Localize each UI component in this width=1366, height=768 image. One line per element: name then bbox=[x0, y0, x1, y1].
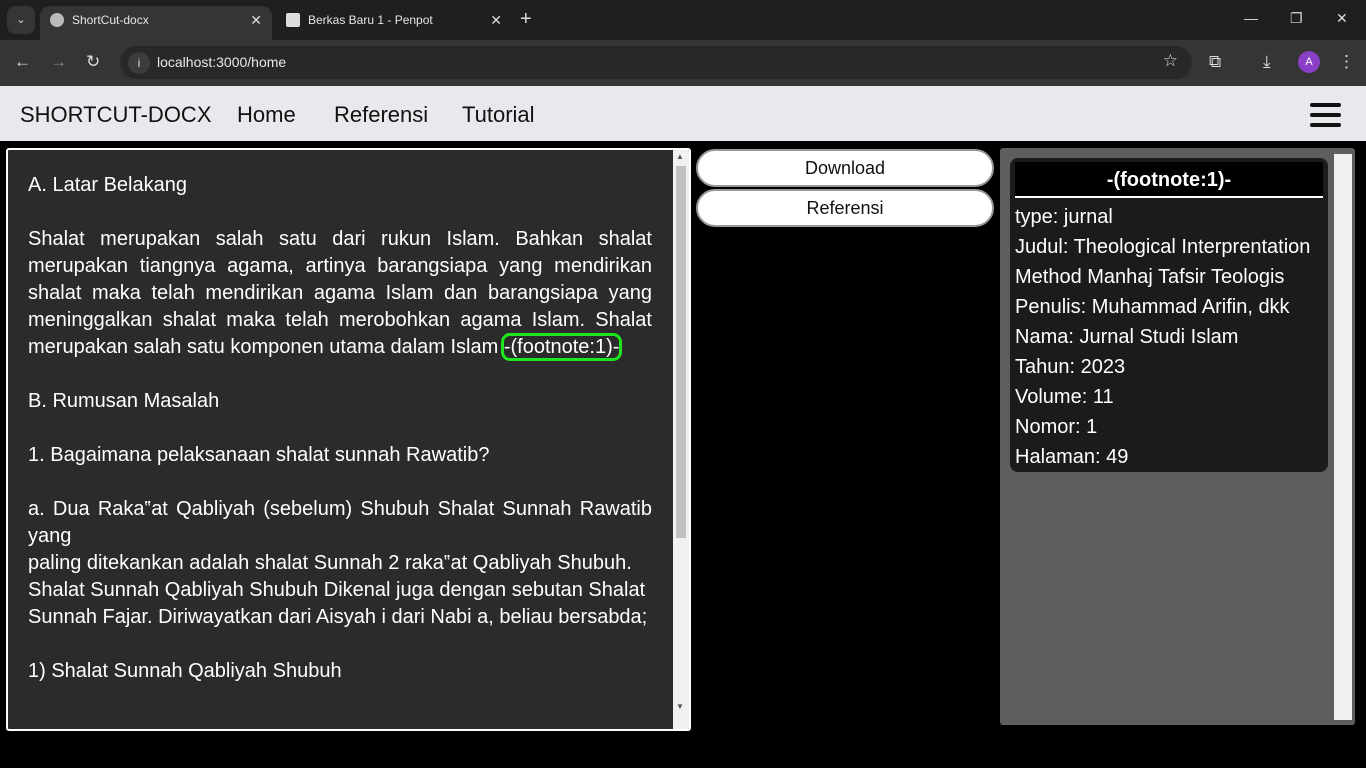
list-item: 1) Shalat Sunnah Qabliyah Shubuh bbox=[28, 660, 342, 682]
field-type: type: jurnal bbox=[1015, 206, 1113, 228]
profile-avatar[interactable]: A bbox=[1298, 51, 1320, 73]
nav-referensi[interactable]: Referensi bbox=[334, 102, 428, 128]
minimize-icon[interactable]: — bbox=[1244, 10, 1258, 26]
download-button[interactable]: Download bbox=[696, 149, 994, 187]
field-judul: Judul: Theological Interprentation bbox=[1015, 236, 1311, 258]
line: Shalat Sunnah Qabliyah Shubuh Dikenal ju… bbox=[28, 579, 646, 601]
field-penulis: Penulis: Muhammad Arifin, dkk bbox=[1015, 296, 1290, 318]
penpot-icon bbox=[286, 13, 300, 27]
footnote-title: -(footnote:1)- bbox=[1015, 162, 1323, 198]
document-editor[interactable]: A. Latar Belakang Shalat merupakan salah… bbox=[6, 148, 691, 731]
download-icon[interactable]: ⤓ bbox=[1263, 52, 1271, 72]
field-volume: Volume: 11 bbox=[1015, 386, 1114, 408]
brand-logo[interactable]: SHORTCUT-DOCX bbox=[20, 102, 212, 128]
line: a. Dua Raka‟at Qabliyah (sebelum) Shubuh… bbox=[28, 498, 652, 547]
field-halaman: Halaman: 49 bbox=[1015, 446, 1129, 468]
address-bar[interactable]: i localhost:3000/home ☆ bbox=[120, 46, 1192, 79]
hamburger-menu-icon[interactable] bbox=[1310, 103, 1341, 133]
footnote-marker[interactable]: -(footnote:1)- bbox=[500, 333, 623, 361]
field-nomor: Nomor: 1 bbox=[1015, 416, 1098, 438]
field-tahun: Tahun: 2023 bbox=[1015, 356, 1126, 378]
footnote-panel: -(footnote:1)- type: jurnal Judul: Theol… bbox=[1000, 148, 1355, 725]
editor-scrollbar[interactable]: ▲ ▼ bbox=[673, 150, 689, 729]
globe-icon bbox=[50, 13, 64, 27]
field-nama: Nama: Jurnal Studi Islam bbox=[1015, 326, 1239, 348]
maximize-icon[interactable]: ❐ bbox=[1290, 10, 1303, 27]
field-judul-cont: Method Manhaj Tafsir Teologis bbox=[1015, 266, 1285, 288]
tab-shortcut-docx[interactable]: ShortCut-docx ✕ bbox=[40, 6, 272, 40]
close-tab-icon[interactable]: ✕ bbox=[250, 6, 262, 34]
panel-scrollbar[interactable] bbox=[1334, 154, 1352, 720]
footnote-card: -(footnote:1)- type: jurnal Judul: Theol… bbox=[1010, 158, 1328, 472]
line: Sunnah Fajar. Diriwayatkan dari Aisyah i… bbox=[28, 606, 648, 628]
app-navbar: SHORTCUT-DOCX Home Referensi Tutorial bbox=[0, 86, 1366, 141]
close-tab-icon[interactable]: ✕ bbox=[490, 6, 502, 34]
scrollbar-thumb[interactable] bbox=[676, 166, 686, 538]
close-window-icon[interactable]: ✕ bbox=[1336, 10, 1348, 27]
scroll-down-icon[interactable]: ▼ bbox=[676, 702, 684, 711]
line: paling ditekankan adalah shalat Sunnah 2… bbox=[28, 552, 632, 574]
question: 1. Bagaimana pelaksanaan shalat sunnah R… bbox=[28, 444, 490, 466]
tab-title: Berkas Baru 1 - Penpot bbox=[308, 13, 433, 27]
scroll-up-icon[interactable]: ▲ bbox=[676, 152, 684, 161]
new-tab-button[interactable]: + bbox=[520, 8, 532, 31]
bookmark-star-icon[interactable]: ☆ bbox=[1163, 51, 1178, 71]
tab-penpot[interactable]: Berkas Baru 1 - Penpot ✕ bbox=[276, 6, 512, 40]
tab-bar: ⌄ ShortCut-docx ✕ Berkas Baru 1 - Penpot ✕… bbox=[0, 0, 1366, 40]
site-info-icon[interactable]: i bbox=[128, 52, 150, 74]
referensi-button[interactable]: Referensi bbox=[696, 189, 994, 227]
browser-toolbar: ← → ↻ i localhost:3000/home ☆ ⧉ ⤓ A ⋮ bbox=[0, 40, 1366, 86]
reload-icon[interactable]: ↻ bbox=[86, 52, 100, 72]
nav-tutorial[interactable]: Tutorial bbox=[462, 102, 535, 128]
back-icon[interactable]: ← bbox=[14, 52, 31, 72]
paragraph: a. Dua Raka‟at Qabliyah (sebelum) Shubuh… bbox=[28, 496, 652, 631]
extensions-icon[interactable]: ⧉ bbox=[1209, 52, 1221, 72]
forward-icon[interactable]: → bbox=[50, 52, 67, 72]
tab-search-button[interactable]: ⌄ bbox=[7, 6, 35, 34]
menu-kebab-icon[interactable]: ⋮ bbox=[1338, 52, 1355, 72]
heading-latar-belakang: A. Latar Belakang bbox=[28, 174, 187, 196]
paragraph: Shalat merupakan salah satu dari rukun I… bbox=[28, 226, 652, 361]
tab-title: ShortCut-docx bbox=[72, 13, 149, 27]
url-text[interactable]: localhost:3000/home bbox=[157, 54, 286, 70]
nav-home[interactable]: Home bbox=[237, 102, 296, 128]
heading-rumusan-masalah: B. Rumusan Masalah bbox=[28, 390, 220, 412]
